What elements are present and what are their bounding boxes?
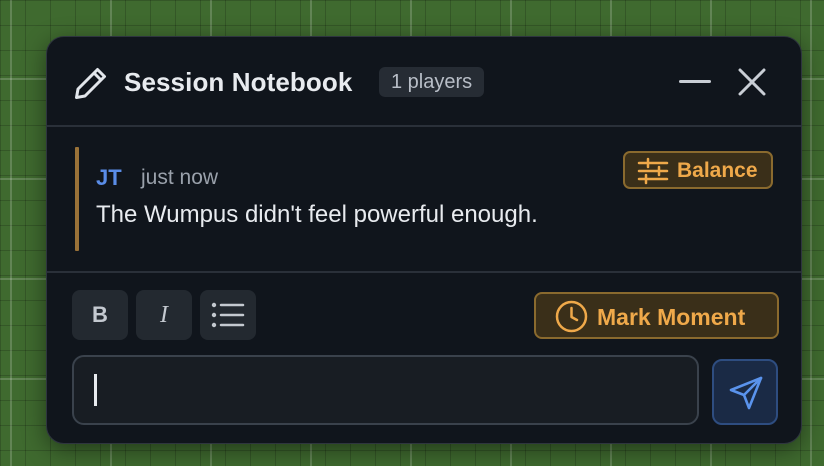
text-caret <box>94 374 97 406</box>
message-entry: JT just now The Wumpus didn't feel power… <box>47 127 801 273</box>
list-icon <box>211 302 245 328</box>
close-icon <box>738 68 766 96</box>
balance-tag[interactable]: Balance <box>623 151 773 189</box>
sliders-icon <box>637 157 669 185</box>
session-notebook-panel: Session Notebook 1 players JT just now T… <box>46 36 802 444</box>
mark-moment-button[interactable]: Mark Moment <box>534 292 779 339</box>
notebook-title: Session Notebook <box>124 67 353 97</box>
pencil-icon <box>75 68 106 99</box>
clock-icon <box>555 300 588 333</box>
bullet-list-button[interactable] <box>200 290 256 340</box>
send-button[interactable] <box>712 359 778 425</box>
send-icon <box>729 376 763 410</box>
italic-button[interactable]: I <box>136 290 192 340</box>
players-count-badge: 1 players <box>379 67 485 97</box>
message-author: JT <box>96 165 122 190</box>
notebook-header: Session Notebook 1 players <box>47 37 801 127</box>
minimize-button[interactable] <box>675 63 715 99</box>
message-input[interactable] <box>72 355 699 425</box>
bold-label: B <box>92 302 108 327</box>
message-timestamp: just now <box>141 166 219 189</box>
message-text: The Wumpus didn't feel powerful enough. <box>96 201 538 228</box>
close-button[interactable] <box>735 65 769 99</box>
balance-tag-label: Balance <box>677 159 758 182</box>
italic-label: I <box>160 302 168 328</box>
mark-moment-label: Mark Moment <box>597 304 746 330</box>
message-accent-bar <box>75 147 79 251</box>
bold-button[interactable]: B <box>72 290 128 340</box>
